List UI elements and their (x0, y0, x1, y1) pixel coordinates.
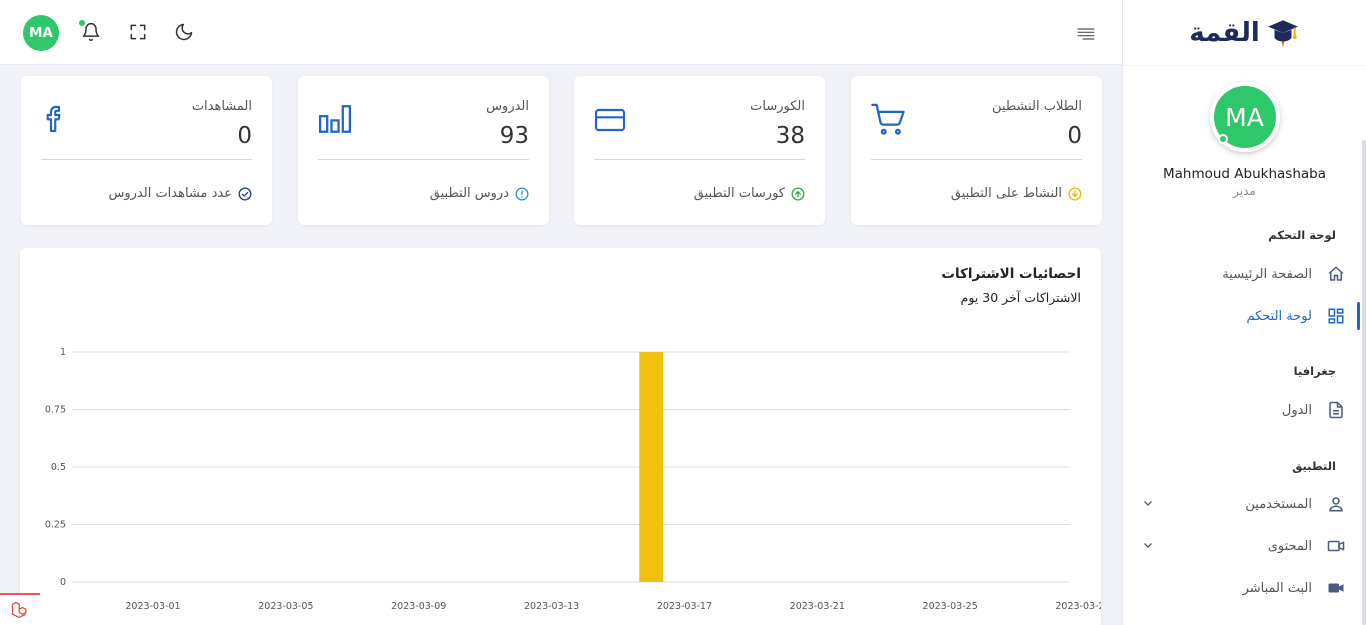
graduation-cap-icon (1267, 19, 1298, 48)
divider (41, 159, 252, 160)
sidebar-item-label: المستخدمين (1245, 496, 1312, 512)
x-tick-label: 2023-03-01 (125, 601, 180, 612)
section-title-dashboard: لوحة التحكم (1268, 228, 1336, 242)
user-icon (1326, 494, 1346, 514)
stat-label: الدروس (486, 99, 529, 114)
online-status-dot (1217, 134, 1228, 144)
subscriptions-chart-card: احصائيات الاشتراكات الاشتراكات آخر 30 يو… (20, 248, 1101, 625)
user-avatar[interactable]: MA (23, 15, 59, 51)
sidebar-item-label: الصفحة الرئيسية (1222, 266, 1312, 282)
profile-avatar[interactable]: MA (1209, 82, 1280, 152)
stat-card-active-students: الطلاب النشطين 0 النشاط على التطبيق (851, 76, 1102, 225)
dashboard-icon (1326, 306, 1346, 326)
stat-label: الكورسات (750, 99, 805, 114)
subscriptions-chart: 0 0.25 0.5 0.75 1 2023-03-01 2023-03-05 2023-03… (45, 347, 1101, 612)
sidebar-item-label: البث المباشر (1242, 580, 1312, 596)
arrow-up-circle-icon (791, 187, 805, 200)
home-icon (1326, 264, 1346, 284)
stat-footer-text: النشاط على التطبيق (950, 186, 1062, 201)
sidebar: القمة MA Mahmoud Abukhashaba مدير لوحة ا… (1122, 0, 1366, 625)
menu-icon[interactable] (1076, 24, 1096, 44)
profile-initials: MA (1225, 102, 1264, 132)
stat-footer: كورسات التطبيق (694, 186, 805, 201)
stat-footer: النشاط على التطبيق (951, 186, 1082, 201)
fullscreen-icon[interactable] (128, 22, 148, 42)
facebook-icon (46, 105, 61, 133)
check-circle-icon (238, 187, 252, 200)
section-title-app: التطبيق (1292, 459, 1336, 473)
x-tick-label: 2023-03-09 (391, 601, 446, 612)
camera-icon (1326, 578, 1346, 598)
stat-card-views: المشاهدات 0 عدد مشاهدات الدروس (21, 76, 272, 225)
profile: MA Mahmoud Abukhashaba مدير (1123, 66, 1366, 198)
stat-value: 38 (775, 123, 805, 149)
moon-icon[interactable] (174, 22, 194, 42)
document-icon (1326, 400, 1346, 420)
y-tick-label: 1 (60, 347, 66, 358)
sidebar-item-dashboard[interactable]: لوحة التحكم (1123, 296, 1366, 336)
active-indicator (1357, 302, 1360, 330)
stat-footer: دروس التطبيق (430, 186, 529, 201)
x-tick-label: 2023-03-17 (657, 601, 712, 612)
x-tick-label: 2023-03-13 (524, 601, 579, 612)
logo-bar: القمة (1123, 0, 1366, 66)
stat-footer-text: عدد مشاهدات الدروس (108, 186, 232, 201)
chevron-down-icon (1144, 543, 1152, 548)
chevron-down-icon (1144, 501, 1152, 506)
sidebar-item-label: الدول (1281, 402, 1312, 418)
x-tick-label: 2023-03-25 (923, 601, 978, 612)
divider (318, 159, 529, 160)
x-tick-label: 2023-03-05 (258, 601, 313, 612)
stat-footer: عدد مشاهدات الدروس (108, 186, 252, 201)
bar-chart-icon (318, 105, 352, 133)
stat-card-courses: الكورسات 38 كورسات التطبيق (574, 76, 825, 225)
section-title-geography: جغرافيا (1293, 364, 1336, 378)
cart-icon (871, 103, 905, 135)
divider (871, 159, 1082, 160)
sidebar-item-content[interactable]: المحتوى (1123, 526, 1366, 566)
video-icon (1326, 536, 1346, 556)
stat-footer-text: دروس التطبيق (429, 186, 509, 201)
sidebar-scrollbar[interactable] (1362, 140, 1366, 625)
profile-role: مدير (1233, 184, 1256, 198)
divider (594, 159, 805, 160)
stat-value: 93 (499, 123, 529, 149)
stat-value: 0 (237, 123, 252, 149)
y-tick-label: 0.75 (45, 405, 66, 416)
sidebar-item-live[interactable]: البث المباشر (1123, 568, 1366, 608)
chart-bar (639, 352, 664, 582)
sidebar-item-home[interactable]: الصفحة الرئيسية (1123, 254, 1366, 294)
stat-label: المشاهدات (191, 99, 252, 114)
credit-card-icon (594, 108, 626, 132)
stat-card-lessons: الدروس 93 دروس التطبيق (298, 76, 549, 225)
sidebar-item-label: المحتوى (1267, 538, 1312, 554)
laravel-debugbar-icon[interactable] (0, 593, 40, 625)
y-tick-label: 0 (60, 577, 66, 588)
profile-name: Mahmoud Abukhashaba (1162, 166, 1326, 182)
bell-icon[interactable] (81, 22, 101, 42)
arrow-down-circle-icon (1068, 187, 1082, 200)
stat-footer-text: كورسات التطبيق (693, 186, 785, 201)
stat-label: الطلاب النشطين (992, 99, 1082, 114)
sidebar-item-countries[interactable]: الدول (1123, 390, 1366, 430)
sidebar-item-users[interactable]: المستخدمين (1123, 484, 1366, 524)
logo-text: القمة (1189, 17, 1260, 48)
info-circle-icon (515, 187, 529, 200)
top-header: MA (0, 0, 1122, 65)
stat-value: 0 (1067, 123, 1082, 149)
y-tick-label: 0.5 (51, 462, 66, 473)
x-tick-label: 2023-03-21 (790, 601, 845, 612)
y-tick-label: 0.25 (45, 520, 66, 531)
sidebar-item-label: لوحة التحكم (1246, 308, 1312, 324)
x-tick-label: 2023-03-29 (1055, 601, 1101, 612)
